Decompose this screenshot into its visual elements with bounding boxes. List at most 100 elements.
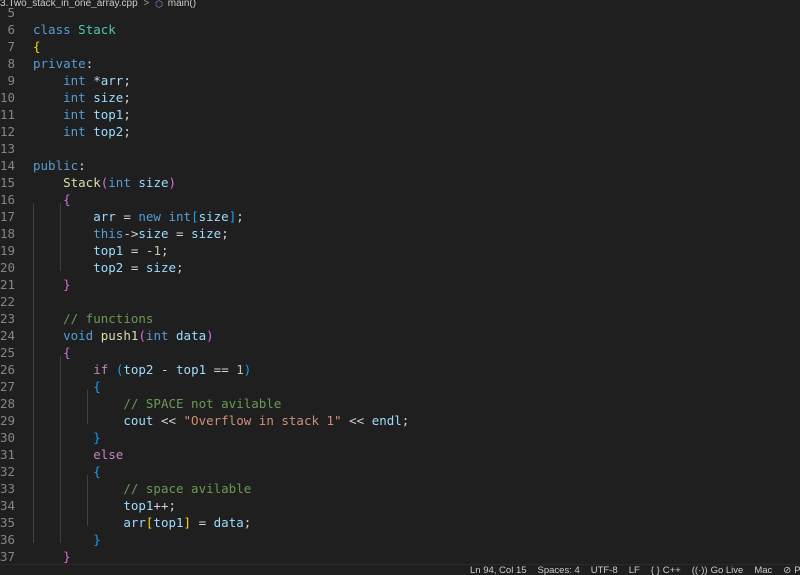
line-number: 34 <box>0 498 16 513</box>
code-line[interactable]: 20 top2 = size; <box>0 259 800 276</box>
code-text: { <box>33 191 71 208</box>
code-line[interactable]: 23 // functions <box>0 310 800 327</box>
code-line[interactable]: 31 else <box>0 446 800 463</box>
code-text: { <box>33 344 71 361</box>
code-text: void push1(int data) <box>33 327 214 344</box>
code-text: int top1; <box>33 106 131 123</box>
code-text: public: <box>33 157 86 174</box>
code-token: Stack <box>78 22 116 37</box>
code-line[interactable]: 11 int top1; <box>0 106 800 123</box>
code-line[interactable]: 34 top1++; <box>0 497 800 514</box>
status-line-ending[interactable]: LF <box>629 565 640 575</box>
code-line[interactable]: 5 <box>0 8 800 21</box>
code-token: top1 <box>153 515 184 530</box>
code-token: ; <box>123 107 131 122</box>
code-token: ; <box>176 260 184 275</box>
code-line[interactable]: 32 { <box>0 463 800 480</box>
code-line[interactable]: 27 { <box>0 378 800 395</box>
code-text: arr = new int[size]; <box>33 208 244 225</box>
code-token: // functions <box>63 311 154 326</box>
code-line[interactable]: 7{ <box>0 38 800 55</box>
line-number: 31 <box>0 447 16 462</box>
code-line[interactable]: 33 // space avilable <box>0 480 800 497</box>
code-editor[interactable]: 5 6 class Stack 7{8 private: 9 int *arr; 10 in… <box>0 8 800 564</box>
line-number: 8 <box>7 56 15 71</box>
status-language-mode[interactable]: { } C++ <box>651 565 681 575</box>
code-token: } <box>63 277 71 292</box>
line-number: 15 <box>0 175 16 190</box>
code-token: 1 <box>153 243 161 258</box>
status-go-live[interactable]: ((·)) Go Live <box>692 565 744 575</box>
status-prettier[interactable]: ⊘Prettier <box>783 565 800 575</box>
code-token: = <box>168 226 192 241</box>
code-line[interactable]: 16 { <box>0 191 800 208</box>
line-number: 26 <box>0 362 16 377</box>
status-platform[interactable]: Mac <box>754 565 772 575</box>
code-line[interactable]: 26 if (top2 - top1 == 1) <box>0 361 800 378</box>
code-text: int size; <box>33 89 131 106</box>
code-text: int *arr; <box>33 72 131 89</box>
code-line[interactable]: 19 top1 = -1; <box>0 242 800 259</box>
code-line[interactable]: 28 // SPACE not avilable <box>0 395 800 412</box>
code-line[interactable]: 14 public: <box>0 157 800 174</box>
status-cursor-position[interactable]: Ln 94, Col 15 <box>470 565 527 575</box>
code-line[interactable]: 18 this->size = size; <box>0 225 800 242</box>
line-number: 23 <box>0 311 16 326</box>
code-token: else <box>93 447 124 462</box>
code-text: // functions <box>33 310 153 327</box>
code-line[interactable]: 25 { <box>0 344 800 361</box>
code-text: // space avilable <box>33 480 251 497</box>
code-line[interactable]: 21 } <box>0 276 800 293</box>
breadcrumb-file[interactable]: 3.Two_stack_in_one_array.cpp <box>0 0 138 8</box>
code-line[interactable]: 8 private: <box>0 55 800 72</box>
code-token: // SPACE not avilable <box>123 396 282 411</box>
code-text: { <box>33 463 101 480</box>
line-ending-label: LF <box>628 565 640 575</box>
code-token: { <box>63 345 71 360</box>
status-encoding[interactable]: UTF-8 <box>591 565 618 575</box>
code-line[interactable]: 15 Stack(int size) <box>0 174 800 191</box>
line-number: 17 <box>0 209 16 224</box>
prettier-icon: ⊘ <box>783 565 792 575</box>
code-token: ) <box>206 328 214 343</box>
breadcrumb: 3.Two_stack_in_one_array.cpp > ⬡ main() <box>0 0 800 8</box>
breadcrumb-symbol[interactable]: main() <box>168 0 196 8</box>
code-line[interactable]: 13 <box>0 140 800 157</box>
code-text: { <box>33 38 41 55</box>
code-token: cout <box>123 413 154 428</box>
go-live-label: Go Live <box>710 565 744 575</box>
code-text: Stack(int size) <box>33 174 176 191</box>
code-line[interactable]: 17 arr = new int[size]; <box>0 208 800 225</box>
code-token: : <box>78 158 86 173</box>
code-text: { <box>33 378 101 395</box>
line-number: 6 <box>7 22 15 37</box>
code-token: * <box>85 73 101 88</box>
line-number: 14 <box>0 158 16 173</box>
code-line[interactable]: 9 int *arr; <box>0 72 800 89</box>
code-line[interactable]: 22 <box>0 293 800 310</box>
code-line[interactable]: 12 int top2; <box>0 123 800 140</box>
status-indentation[interactable]: Spaces: 4 <box>538 565 580 575</box>
code-token: "Overflow in stack 1" <box>183 413 342 428</box>
code-line[interactable]: 24 void push1(int data) <box>0 327 800 344</box>
code-line[interactable]: 29 cout << "Overflow in stack 1" << endl… <box>0 412 800 429</box>
code-line[interactable]: 30 } <box>0 429 800 446</box>
code-line[interactable]: 10 int size; <box>0 89 800 106</box>
code-line[interactable]: 36 } <box>0 531 800 548</box>
code-line[interactable]: 35 arr[top1] = data; <box>0 514 800 531</box>
code-token: ) <box>243 362 252 377</box>
code-text: cout << "Overflow in stack 1" << endl; <box>33 412 409 429</box>
line-number: 36 <box>0 532 16 547</box>
code-line[interactable]: 37 } <box>0 548 800 564</box>
go-live-icon: ((·)) <box>691 565 708 575</box>
code-token: arr <box>100 73 124 88</box>
code-line[interactable]: 6 class Stack <box>0 21 800 38</box>
code-token: ++; <box>153 498 176 513</box>
